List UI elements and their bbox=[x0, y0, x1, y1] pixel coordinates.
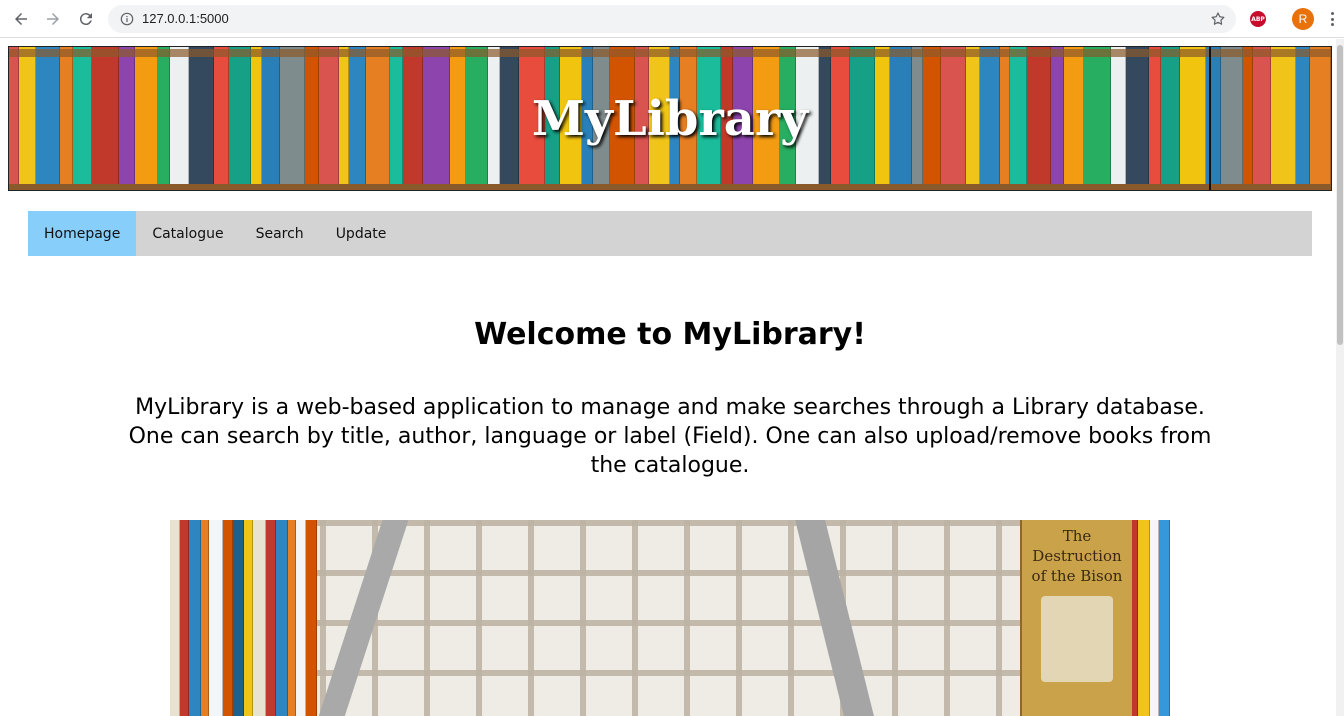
book-spine bbox=[1159, 520, 1170, 716]
book-spine bbox=[266, 520, 276, 716]
book-cover-illustration bbox=[1041, 596, 1113, 682]
book-spine bbox=[209, 520, 223, 716]
main-navbar: Homepage Catalogue Search Update bbox=[28, 211, 1312, 256]
intro-line: the catalogue. bbox=[590, 453, 750, 478]
intro-paragraph: MyLibrary is a web-based application to … bbox=[100, 393, 1240, 480]
book-cover: The Destruction of the Bison bbox=[1020, 520, 1132, 716]
book-spine bbox=[253, 520, 266, 716]
intro-line: One can search by title, author, languag… bbox=[128, 424, 1212, 449]
book-spine bbox=[306, 520, 317, 716]
reload-button[interactable] bbox=[74, 7, 98, 31]
left-bookshelf bbox=[170, 520, 317, 716]
book-spine bbox=[288, 520, 296, 716]
book-spine bbox=[233, 520, 244, 716]
reload-icon bbox=[79, 13, 92, 26]
page-body: MyLibrary Homepage Catalogue Search Upda… bbox=[0, 39, 1344, 716]
book-spine bbox=[201, 520, 209, 716]
browser-toolbar: 127.0.0.1:5000 ABP R bbox=[0, 0, 1344, 38]
adblock-extension-icon[interactable]: ABP bbox=[1250, 11, 1266, 27]
profile-avatar[interactable]: R bbox=[1292, 8, 1314, 30]
book-spine bbox=[1150, 520, 1159, 716]
book-spine bbox=[180, 520, 189, 716]
browser-menu-icon[interactable] bbox=[1326, 10, 1338, 28]
book-cover-title: The Destruction of the Bison bbox=[1031, 527, 1123, 585]
shelf-board bbox=[9, 49, 1331, 57]
book-spine bbox=[223, 520, 233, 716]
library-photo: The Destruction of the Bison bbox=[170, 520, 1170, 716]
back-arrow-icon bbox=[15, 13, 27, 25]
book-spine bbox=[276, 520, 288, 716]
book-spine bbox=[1138, 520, 1150, 716]
shelf-board bbox=[9, 184, 1331, 190]
intro-line: MyLibrary is a web-based application to … bbox=[135, 395, 1205, 420]
nav-homepage[interactable]: Homepage bbox=[28, 211, 137, 256]
book-spine bbox=[244, 520, 253, 716]
forward-button[interactable] bbox=[41, 7, 65, 31]
forward-arrow-icon bbox=[47, 13, 59, 25]
page-scrollbar[interactable] bbox=[1336, 39, 1344, 716]
page-heading: Welcome to MyLibrary! bbox=[474, 317, 866, 352]
back-button[interactable] bbox=[9, 7, 33, 31]
book-spine bbox=[189, 520, 201, 716]
bookmark-star-icon[interactable] bbox=[1210, 11, 1226, 27]
book-spine bbox=[296, 520, 306, 716]
header-banner: MyLibrary bbox=[8, 46, 1332, 191]
address-bar[interactable]: 127.0.0.1:5000 bbox=[108, 5, 1236, 33]
scrollbar-thumb[interactable] bbox=[1337, 45, 1343, 345]
nav-catalogue[interactable]: Catalogue bbox=[136, 211, 239, 256]
nav-update[interactable]: Update bbox=[320, 211, 403, 256]
info-icon[interactable] bbox=[120, 12, 134, 26]
site-title: MyLibrary bbox=[531, 91, 809, 147]
book-spine bbox=[170, 520, 180, 716]
nav-search[interactable]: Search bbox=[240, 211, 320, 256]
address-url: 127.0.0.1:5000 bbox=[142, 11, 229, 26]
